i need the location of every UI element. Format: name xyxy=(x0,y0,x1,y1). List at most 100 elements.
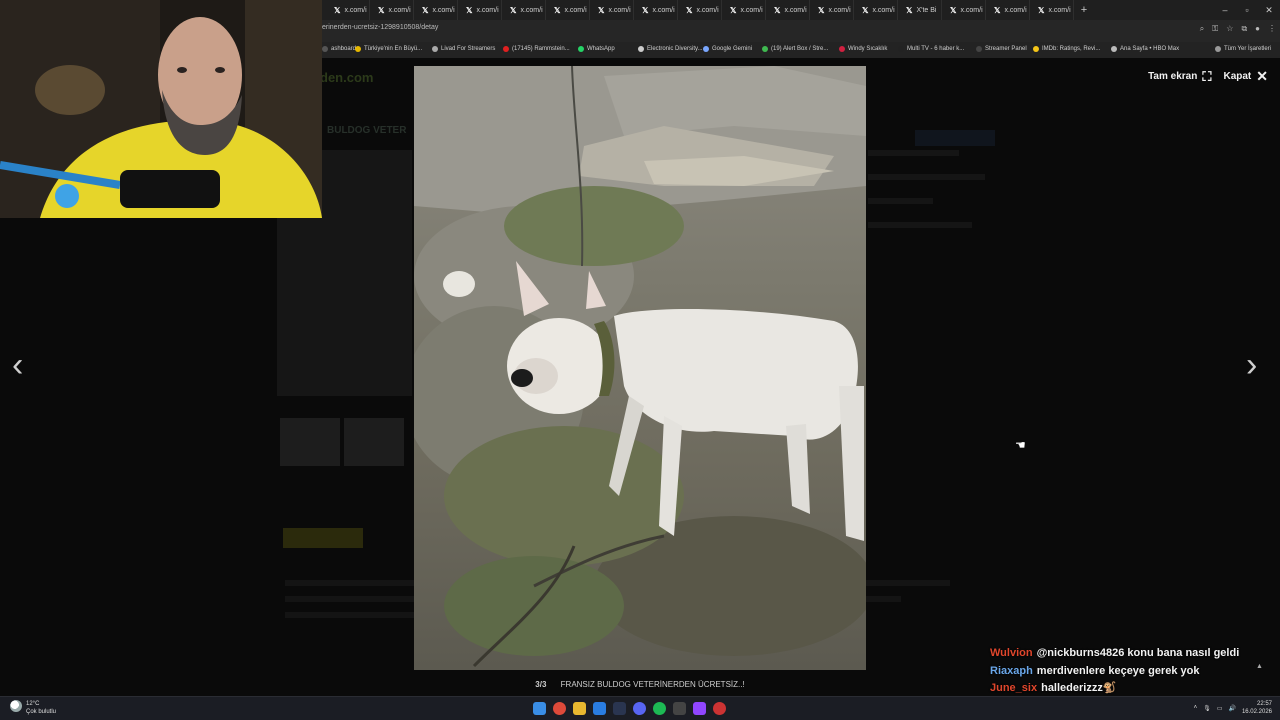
browser-tab[interactable]: 𝕏 X'te Bi xyxy=(898,0,942,20)
new-tab-button[interactable]: + xyxy=(1074,4,1094,16)
bookmark-item[interactable]: Electronic Diversity... xyxy=(638,46,703,52)
browser-tab[interactable]: 𝕏x.com/i xyxy=(810,0,854,20)
browser-tab[interactable]: 𝕏x.com/i xyxy=(414,0,458,20)
file-explorer-icon[interactable] xyxy=(573,702,586,715)
mic-icon[interactable]: 🎙 xyxy=(1203,705,1211,712)
tab-label: x.com/i xyxy=(476,6,499,14)
close-window-icon[interactable]: ✕ xyxy=(1258,0,1280,20)
chat-scroll-up-icon[interactable]: ▲ xyxy=(1256,663,1263,670)
tab-label: x.com/i xyxy=(828,6,851,14)
url-field[interactable]: erinerden-ucretsiz-1298910508/detay xyxy=(322,24,438,31)
minimize-icon[interactable]: – xyxy=(1214,0,1236,20)
browser-tab[interactable]: 𝕏x.com/i xyxy=(986,0,1030,20)
bookmark-label: Türkiye'nin En Büyü... xyxy=(364,46,423,52)
bookmark-item[interactable]: Multi TV - 6 haber k... xyxy=(898,46,964,52)
tab-label: x.com/i xyxy=(1004,6,1027,14)
profile-icon[interactable]: ● xyxy=(1255,24,1260,34)
chrome-icon[interactable] xyxy=(553,702,566,715)
browser-tab[interactable]: 𝕏x.com/i xyxy=(854,0,898,20)
discord-icon[interactable] xyxy=(633,702,646,715)
tab-label: x.com/i xyxy=(960,6,983,14)
bookmark-favicon-icon xyxy=(432,46,438,52)
mouse-cursor-icon: ☚ xyxy=(1015,438,1026,452)
browser-tab[interactable]: 𝕏x.com/i xyxy=(678,0,722,20)
clock[interactable]: 22:57 16.02.2026 xyxy=(1242,700,1272,716)
menu-icon[interactable]: ⋮ xyxy=(1268,24,1276,34)
browser-tab[interactable]: 𝕏x.com/i xyxy=(1030,0,1074,20)
bookmark-item[interactable]: Türkiye'nin En Büyü... xyxy=(355,46,422,52)
bookmark-item[interactable]: Tüm Yer İşaretleri xyxy=(1215,46,1271,52)
tab-label: x.com/i xyxy=(608,6,631,14)
bookmark-item[interactable]: Streamer Panel xyxy=(976,46,1027,52)
chat-text: @nickburns4826 konu bana nasıl geldi xyxy=(1036,647,1240,659)
tab-label: x.com/i xyxy=(1048,6,1071,14)
app-icon[interactable] xyxy=(673,702,686,715)
window-controls: – ▫ ✕ xyxy=(1214,0,1280,20)
tab-label: x.com/i xyxy=(520,6,543,14)
bookmark-favicon-icon xyxy=(638,46,644,52)
tab-label: x.com/i xyxy=(564,6,587,14)
bookmark-label: WhatsApp xyxy=(587,46,615,52)
bookmark-item[interactable]: Ana Sayfa • HBO Max xyxy=(1111,46,1179,52)
edge-icon[interactable] xyxy=(593,702,606,715)
network-icon[interactable]: ▭ xyxy=(1217,705,1223,712)
webcam-overlay xyxy=(0,0,322,218)
cloud-icon xyxy=(10,700,22,712)
bookmark-item[interactable]: Windy Sıcaklık xyxy=(839,46,887,52)
browser-tab[interactable]: 𝕏x.com/i xyxy=(942,0,986,20)
bookmark-favicon-icon xyxy=(578,46,584,52)
fullscreen-icon: ⛶ xyxy=(1202,68,1212,84)
start-icon[interactable] xyxy=(533,702,546,715)
star-icon[interactable]: ☆ xyxy=(1226,24,1233,34)
bookmark-item[interactable]: ashboard xyxy=(322,46,356,52)
bookmark-item[interactable]: IMDb: Ratings, Revi... xyxy=(1033,46,1100,52)
taskbar: 12°C Çok bulutlu ˄ 🎙 ▭ 🔊 22:57 16.02.202… xyxy=(0,696,1280,720)
browser-tab[interactable]: 𝕏x.com/i xyxy=(458,0,502,20)
listing-photo xyxy=(414,66,866,670)
bookmark-item[interactable]: (17145) Rammstein... xyxy=(503,46,570,52)
browser-tab[interactable]: 𝕏x.com/i xyxy=(722,0,766,20)
bookmark-item[interactable]: WhatsApp xyxy=(578,46,615,52)
browser-tab[interactable]: 𝕏x.com/i xyxy=(326,0,370,20)
bookmark-favicon-icon xyxy=(898,46,904,52)
x-logo-icon: 𝕏 xyxy=(686,5,693,15)
next-image-arrow-icon[interactable]: › xyxy=(1246,348,1257,382)
bookmark-item[interactable]: Livad For Streamers xyxy=(432,46,495,52)
recording-icon[interactable] xyxy=(713,702,726,715)
bookmark-item[interactable]: (19) Alert Box / Stre... xyxy=(762,46,828,52)
browser-tab[interactable]: 𝕏x.com/i xyxy=(634,0,678,20)
bookmark-label: ashboard xyxy=(331,46,357,52)
browser-tab[interactable]: 𝕏x.com/i xyxy=(502,0,546,20)
browser-tab[interactable]: 𝕏x.com/i xyxy=(546,0,590,20)
tab-list: 𝕏x.com/i 𝕏x.com/i 𝕏x.com/i 𝕏x.com/i 𝕏x.com/i… xyxy=(326,0,1074,20)
volume-icon[interactable]: 🔊 xyxy=(1228,705,1235,712)
chat-username[interactable]: Riaxaph xyxy=(990,665,1033,677)
bookmark-item[interactable]: Google Gemini xyxy=(703,46,752,52)
x-logo-icon: 𝕏 xyxy=(862,5,869,15)
key-icon[interactable]: ⚿ xyxy=(1212,24,1218,34)
system-tray: ˄ 🎙 ▭ 🔊 22:57 16.02.2026 xyxy=(1194,700,1272,716)
bookmark-favicon-icon xyxy=(839,46,845,52)
extensions-icon[interactable]: ⧉ xyxy=(1241,24,1247,34)
tab-label: x.com/i xyxy=(344,6,367,14)
zoom-icon[interactable]: ⌕ xyxy=(1200,24,1204,34)
weather-widget[interactable]: 12°C Çok bulutlu xyxy=(10,700,56,716)
image-caption-text: FRANSIZ BULDOG VETERİNERDEN ÜCRETSİZ..! xyxy=(560,680,745,689)
twitch-icon[interactable] xyxy=(693,702,706,715)
close-lightbox-button[interactable]: Kapat ✕ xyxy=(1223,68,1268,85)
fullscreen-button[interactable]: Tam ekran ⛶ xyxy=(1148,68,1211,85)
chat-username[interactable]: June_six xyxy=(990,682,1037,694)
lightbox-toolbar: Tam ekran ⛶ Kapat ✕ xyxy=(1148,68,1268,85)
browser-tab[interactable]: 𝕏x.com/i xyxy=(370,0,414,20)
spotify-icon[interactable] xyxy=(653,702,666,715)
chat-username[interactable]: Wulvion xyxy=(990,647,1033,659)
x-logo-icon: 𝕏 xyxy=(466,5,473,15)
tray-chevron-icon[interactable]: ˄ xyxy=(1194,705,1198,711)
bookmark-label: Streamer Panel xyxy=(985,46,1027,52)
maximize-icon[interactable]: ▫ xyxy=(1236,0,1258,20)
steam-icon[interactable] xyxy=(613,702,626,715)
previous-image-arrow-icon[interactable]: ‹ xyxy=(12,348,23,382)
bookmark-label: Ana Sayfa • HBO Max xyxy=(1120,46,1180,52)
browser-tab[interactable]: 𝕏x.com/i xyxy=(590,0,634,20)
browser-tab[interactable]: 𝕏x.com/i xyxy=(766,0,810,20)
